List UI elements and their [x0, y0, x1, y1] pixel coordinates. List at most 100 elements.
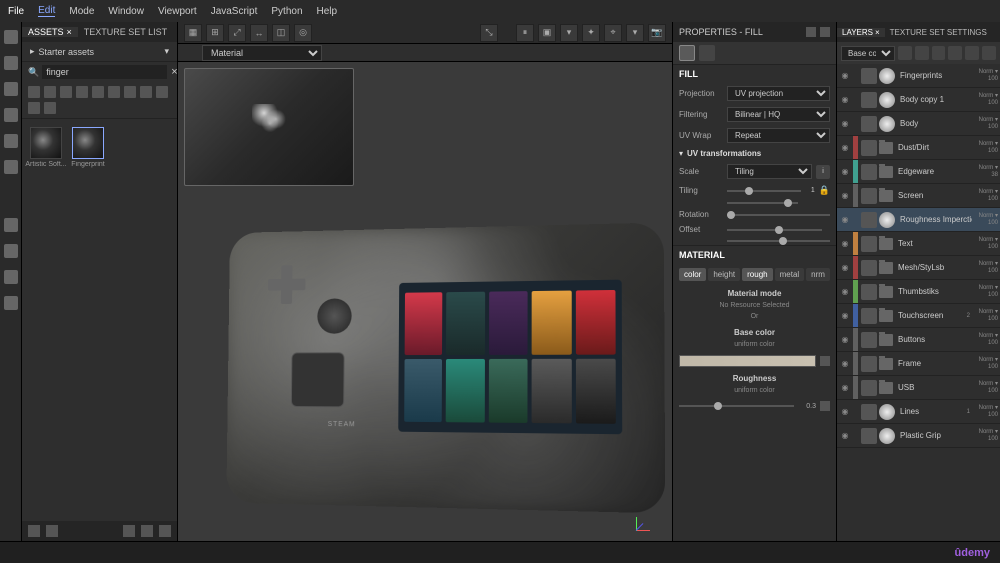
- export-icon[interactable]: [46, 525, 58, 537]
- layer-blend[interactable]: Norm ▾100: [972, 333, 1000, 346]
- search-input[interactable]: [42, 65, 167, 79]
- vp-split-icon[interactable]: ⤢: [228, 24, 246, 42]
- mask-thumb[interactable]: [861, 68, 877, 84]
- layer-blend[interactable]: Norm ▾100: [972, 69, 1000, 82]
- layer-row[interactable]: ◉TextNorm ▾100: [837, 232, 1000, 256]
- info-icon[interactable]: i: [816, 165, 830, 179]
- reference-image[interactable]: [184, 68, 354, 186]
- basecolor-swatch[interactable]: [679, 355, 816, 367]
- layer-blend[interactable]: Norm ▾100: [972, 357, 1000, 370]
- filter-smartmat-icon[interactable]: [60, 86, 72, 98]
- add-fill-icon[interactable]: [898, 46, 912, 60]
- layer-row[interactable]: ◉ThumbstiksNorm ▾100: [837, 280, 1000, 304]
- offset-x-slider[interactable]: [727, 229, 822, 231]
- mask-thumb[interactable]: [861, 188, 877, 204]
- layer-row[interactable]: ◉BodyNorm ▾100: [837, 112, 1000, 136]
- close-icon[interactable]: ×: [875, 28, 880, 37]
- visibility-icon[interactable]: ◉: [837, 383, 853, 392]
- layer-row[interactable]: ◉Mesh/StyLsbNorm ▾100: [837, 256, 1000, 280]
- layer-thumb[interactable]: [879, 404, 895, 420]
- asset-fingerprint[interactable]: Fingerprint: [70, 127, 106, 168]
- visibility-icon[interactable]: ◉: [837, 335, 853, 344]
- vp-tool2-icon[interactable]: ▾: [626, 24, 644, 42]
- layer-opts-icon[interactable]: [965, 46, 979, 60]
- visibility-icon[interactable]: ◉: [837, 239, 853, 248]
- shader-props-icon[interactable]: [699, 45, 715, 61]
- reset-icon[interactable]: [820, 401, 830, 411]
- layer-blend[interactable]: Norm ▾100: [972, 189, 1000, 202]
- filter-texture-icon[interactable]: [108, 86, 120, 98]
- delete-layer-icon[interactable]: [982, 46, 996, 60]
- close-icon[interactable]: ×: [67, 27, 72, 37]
- filter-alpha-icon[interactable]: [92, 86, 104, 98]
- mask-thumb[interactable]: [861, 332, 877, 348]
- layer-name[interactable]: Roughness Imperction: [898, 215, 972, 224]
- vp-3d-icon[interactable]: ▦: [184, 24, 202, 42]
- mask-thumb[interactable]: [861, 356, 877, 372]
- visibility-icon[interactable]: ◉: [837, 311, 853, 320]
- layer-row[interactable]: ◉Plastic GripNorm ▾100: [837, 424, 1000, 448]
- layer-blend[interactable]: Norm ▾100: [972, 141, 1000, 154]
- layer-blend[interactable]: Norm ▾100: [972, 117, 1000, 130]
- menu-help[interactable]: Help: [317, 6, 338, 17]
- mask-tool-icon[interactable]: [4, 296, 18, 310]
- texture-set-settings-tab[interactable]: TEXTURE SET SETTINGS: [885, 28, 992, 37]
- visibility-icon[interactable]: ◉: [837, 359, 853, 368]
- visibility-icon[interactable]: ◉: [837, 215, 853, 224]
- refresh-icon[interactable]: [123, 525, 135, 537]
- render-icon[interactable]: ▣: [538, 24, 556, 42]
- vp-2d-icon[interactable]: ⊞: [206, 24, 224, 42]
- mask-thumb[interactable]: [861, 308, 877, 324]
- layer-name[interactable]: Fingerprints: [898, 71, 972, 80]
- import-resource-icon[interactable]: [28, 525, 40, 537]
- close-icon[interactable]: [820, 27, 830, 37]
- brush-tool-icon[interactable]: [4, 30, 18, 44]
- filter-material-icon[interactable]: [44, 86, 56, 98]
- layer-thumb[interactable]: [879, 92, 895, 108]
- add-icon[interactable]: [159, 525, 171, 537]
- projection-select[interactable]: UV projection: [727, 86, 830, 101]
- layer-row[interactable]: ◉Body copy 1Norm ▾100: [837, 88, 1000, 112]
- filter-procedural-icon[interactable]: [28, 102, 40, 114]
- layer-name[interactable]: Edgeware: [896, 167, 972, 176]
- uvwrap-select[interactable]: Repeat: [727, 128, 830, 143]
- layer-blend[interactable]: Norm ▾100: [972, 237, 1000, 250]
- filter-filter-icon[interactable]: [124, 86, 136, 98]
- layer-name[interactable]: USB: [896, 383, 972, 392]
- layer-blend[interactable]: Norm ▾38: [972, 165, 1000, 178]
- visibility-icon[interactable]: ◉: [837, 167, 853, 176]
- pause-icon[interactable]: ⏸: [516, 24, 534, 42]
- layer-row[interactable]: ◉FingerprintsNorm ▾100: [837, 64, 1000, 88]
- layer-row[interactable]: ◉USBNorm ▾100: [837, 376, 1000, 400]
- menu-javascript[interactable]: JavaScript: [211, 6, 258, 17]
- layer-name[interactable]: Dust/Dirt: [896, 143, 972, 152]
- layer-row[interactable]: ◉ScreenNorm ▾100: [837, 184, 1000, 208]
- layer-blend[interactable]: Norm ▾100: [972, 405, 1000, 418]
- layer-props-icon[interactable]: [679, 45, 695, 61]
- mask-thumb[interactable]: [861, 164, 877, 180]
- layer-name[interactable]: Frame: [896, 359, 972, 368]
- texture-set-list-tab[interactable]: TEXTURE SET LIST: [78, 27, 173, 37]
- mask-thumb[interactable]: [861, 140, 877, 156]
- asset-artistic-soft[interactable]: Artistic Soft...: [28, 127, 64, 168]
- axis-gizmo[interactable]: [636, 511, 656, 531]
- mask-thumb[interactable]: [861, 116, 877, 132]
- channel-metal[interactable]: metal: [775, 268, 805, 281]
- clone-tool-icon[interactable]: [4, 160, 18, 174]
- layer-thumb[interactable]: [879, 116, 895, 132]
- filter-grid-icon[interactable]: [44, 102, 56, 114]
- layer-name[interactable]: Screen: [896, 191, 972, 200]
- layer-name[interactable]: Thumbstiks: [896, 287, 972, 296]
- layer-blend[interactable]: Norm ▾100: [972, 213, 1000, 226]
- offset-y-slider[interactable]: [727, 240, 830, 242]
- layer-row[interactable]: ◉ FrameNorm ▾100: [837, 352, 1000, 376]
- layer-name[interactable]: Mesh/StyLsb: [896, 263, 972, 272]
- menu-python[interactable]: Python: [271, 6, 302, 17]
- mask-thumb[interactable]: [861, 380, 877, 396]
- layer-row[interactable]: ◉Lines1Norm ▾100: [837, 400, 1000, 424]
- visibility-icon[interactable]: ◉: [837, 263, 853, 272]
- blend-channel-select[interactable]: Base color: [841, 46, 895, 61]
- view-list-icon[interactable]: [141, 525, 153, 537]
- layer-thumb[interactable]: [879, 428, 895, 444]
- visibility-icon[interactable]: ◉: [837, 431, 853, 440]
